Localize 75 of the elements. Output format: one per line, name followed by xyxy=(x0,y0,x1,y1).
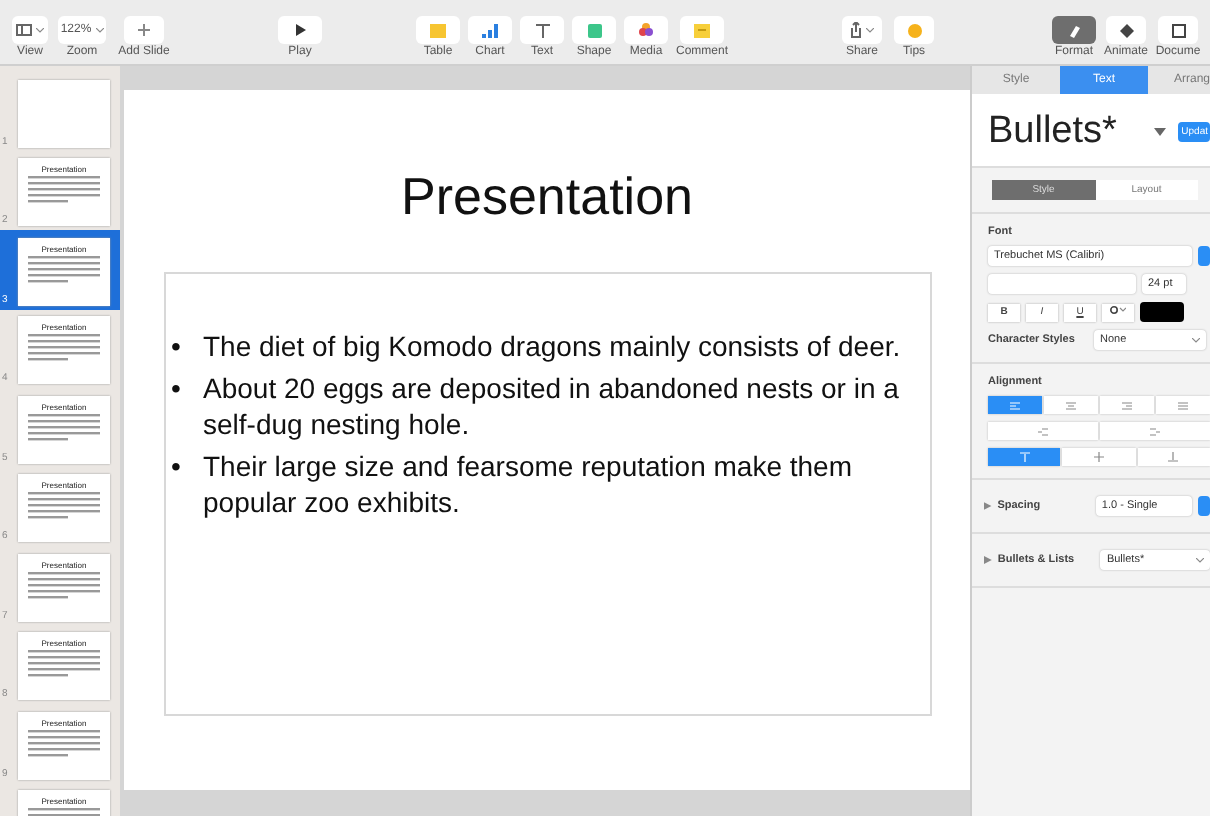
comment-button[interactable] xyxy=(680,16,724,44)
paintbrush-icon xyxy=(1067,23,1081,37)
share-icon xyxy=(850,22,862,38)
disclosure-triangle-icon xyxy=(984,556,992,564)
chevron-down-icon xyxy=(36,27,44,33)
chevron-down-icon xyxy=(1192,337,1200,343)
add-button[interactable] xyxy=(124,16,164,44)
tips-button[interactable] xyxy=(894,16,934,44)
alignment-button[interactable] xyxy=(988,396,1042,414)
size-field[interactable] xyxy=(988,274,1136,294)
justify-icon xyxy=(1178,401,1188,409)
chevron-down-icon xyxy=(866,27,874,33)
bullet-marker: • xyxy=(171,448,183,484)
vertical-alignment-button[interactable] xyxy=(1137,448,1210,466)
font-stepper[interactable] xyxy=(1198,246,1210,266)
media-button[interactable] xyxy=(624,16,668,44)
text-button[interactable] xyxy=(520,16,564,44)
alignment-button[interactable] xyxy=(1044,396,1098,414)
align-left-icon xyxy=(1010,401,1020,409)
text-box[interactable] xyxy=(163,272,931,716)
bullet-marker: • xyxy=(171,370,183,406)
slide-thumbnail[interactable] xyxy=(18,79,110,147)
bulb-icon xyxy=(907,23,921,37)
thumbnail-text-lines-drawing xyxy=(28,492,100,524)
align-top-icon xyxy=(1019,452,1030,462)
square-icon xyxy=(587,23,601,37)
document-icon xyxy=(1171,23,1185,37)
thumbnail-text-lines-drawing xyxy=(28,334,100,366)
chevron-down-icon xyxy=(95,27,104,33)
note-icon xyxy=(694,23,710,37)
table-icon xyxy=(430,23,446,37)
paragraph-style-name: Bullets* xyxy=(988,110,1117,154)
outdent-icon xyxy=(1038,427,1048,435)
animate-button[interactable] xyxy=(1106,16,1146,44)
diamond-icon xyxy=(1119,23,1133,37)
play-icon xyxy=(295,24,305,36)
play-button[interactable] xyxy=(278,16,322,44)
share-button[interactable] xyxy=(842,16,882,44)
thumbnail-text-lines-drawing xyxy=(28,255,100,287)
chevron-down-icon xyxy=(1196,557,1205,563)
vertical-alignment-button[interactable] xyxy=(1062,448,1136,466)
bullet-point: About 20 eggs are deposited in abandoned nests or in a self-dug nesting hole. xyxy=(203,370,901,442)
disclosure-triangle-icon xyxy=(984,502,992,510)
thumbnail-text-lines-drawing xyxy=(28,729,100,761)
text-color-swatch[interactable] xyxy=(1140,302,1184,322)
thumbnail-text-lines-drawing xyxy=(28,176,100,208)
align-center-icon xyxy=(1066,401,1076,409)
align-bottom-icon xyxy=(1168,452,1179,462)
spacing-stepper[interactable] xyxy=(1198,496,1210,516)
view-button[interactable] xyxy=(12,16,48,44)
thumbnail-text-lines-drawing xyxy=(28,413,100,445)
thumbnail-text-lines-drawing xyxy=(28,571,100,603)
alignment-button[interactable] xyxy=(1100,396,1154,414)
text-t-icon xyxy=(535,23,549,37)
indent-icon xyxy=(1150,427,1160,435)
alignment-button[interactable] xyxy=(1156,396,1210,414)
format-button[interactable] xyxy=(1052,16,1096,44)
text-options-button[interactable] xyxy=(1102,303,1134,321)
document-button[interactable] xyxy=(1158,16,1198,44)
bullet-point: The diet of big Komodo dragons mainly consists of deer. xyxy=(203,328,901,364)
slide-title: Presentation xyxy=(401,166,693,228)
vertical-alignment-button[interactable] xyxy=(988,448,1061,466)
align-middle-icon xyxy=(1093,452,1104,462)
table-button[interactable] xyxy=(416,16,460,44)
bullet-marker: • xyxy=(171,328,183,364)
flower-icon xyxy=(638,22,654,38)
align-right-icon xyxy=(1122,401,1132,409)
thumbnail-text-lines-drawing xyxy=(28,650,100,682)
plus-icon xyxy=(138,24,150,36)
circle-chevron-icon xyxy=(1110,306,1126,314)
chart-button[interactable] xyxy=(468,16,512,44)
bullet-point: Their large size and fearsome reputation make them popular zoo exhibits. xyxy=(203,448,854,520)
caret-icon[interactable] xyxy=(1153,128,1166,136)
sidebar-layout-icon xyxy=(16,24,32,36)
bar-chart-icon xyxy=(482,23,498,37)
